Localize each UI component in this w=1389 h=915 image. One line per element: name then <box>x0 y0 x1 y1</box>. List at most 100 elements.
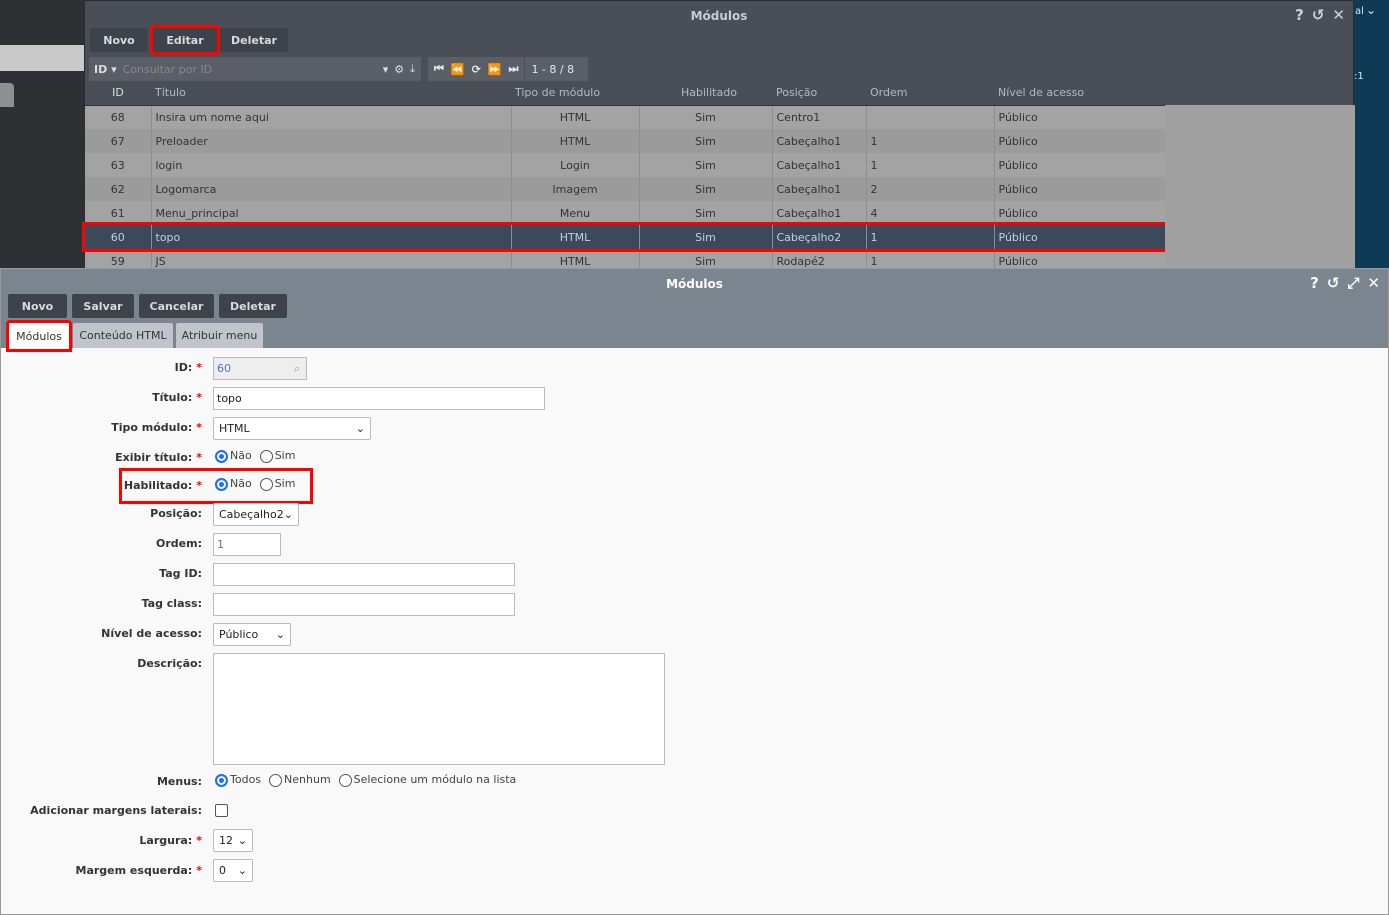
width-select[interactable]: 12 ⌄ <box>213 829 253 852</box>
descricao-label: Descrição: <box>137 657 202 670</box>
description-textarea[interactable] <box>213 653 665 765</box>
menus-option[interactable]: Selecione um módulo na lista <box>338 773 516 787</box>
column-header-type[interactable]: Tipo de módulo <box>511 81 639 106</box>
dropdown-icon[interactable]: ▾ <box>383 63 389 76</box>
access-level-select[interactable]: Público ⌄ <box>213 623 291 646</box>
radio-button[interactable] <box>215 449 228 463</box>
left-margin-select[interactable]: 0 ⌄ <box>213 859 253 882</box>
chevron-down-icon: ⌄ <box>237 864 247 877</box>
radio-button[interactable] <box>269 773 283 787</box>
radio-button[interactable] <box>215 477 228 491</box>
table-row[interactable]: 68 Insira um nome aqui HTML Sim Centro1 Públi… <box>85 105 1166 129</box>
new-button[interactable]: Novo <box>8 294 67 318</box>
delete-button[interactable]: Deletar <box>219 294 287 318</box>
prev-page-icon[interactable]: ⏪ <box>451 63 465 76</box>
position-select[interactable]: Cabeçalho2 ⌄ <box>213 503 299 526</box>
last-page-icon[interactable]: ⏭ <box>509 62 519 76</box>
column-header-position[interactable]: Posição <box>772 81 866 106</box>
tag-class-input[interactable] <box>213 593 515 616</box>
delete-button[interactable]: Deletar <box>220 28 288 52</box>
nivel-label: Nível de acesso: <box>101 627 202 640</box>
cell-access: Público <box>994 129 1166 153</box>
close-icon[interactable]: ✕ <box>1367 274 1380 292</box>
cell-access: Público <box>994 225 1166 249</box>
radio-button[interactable] <box>215 773 228 787</box>
new-button[interactable]: Novo <box>90 28 148 52</box>
radio-button[interactable] <box>259 449 273 463</box>
column-header-id[interactable]: ID <box>85 81 151 106</box>
search-bar[interactable]: ID ▾ Consultar por ID ▾ ⚙ ⤓ <box>89 57 421 81</box>
habilitado-radio-group: Não Sim <box>215 477 295 491</box>
margens-label: Adicionar margens laterais: <box>30 804 202 817</box>
save-button[interactable]: Salvar <box>72 294 134 318</box>
cell-order: 4 <box>866 201 995 225</box>
history-icon[interactable]: ↺ <box>1312 6 1325 24</box>
chevron-down-icon: ⌄ <box>237 834 247 847</box>
column-header-order[interactable]: Ordem <box>866 81 994 106</box>
cell-access: Público <box>994 201 1166 225</box>
edit-button[interactable]: Editar <box>150 25 220 55</box>
exibir-label: Exibir título: * <box>115 451 202 464</box>
search-input[interactable]: Consultar por ID <box>123 63 377 76</box>
search-field-select[interactable]: ID ▾ <box>94 63 117 76</box>
tab-assign-menu[interactable]: Atribuir menu <box>176 323 263 348</box>
table-row[interactable]: 60 topo HTML Sim Cabeçalho2 1 Público <box>82 222 1168 252</box>
largura-label: Largura: * <box>139 834 202 847</box>
window-title: Módulos <box>666 277 723 291</box>
cell-access: Público <box>994 153 1166 177</box>
cell-position: Cabeçalho2 <box>772 225 867 249</box>
ordem-label: Ordem: <box>156 537 202 550</box>
maximize-icon[interactable]: ⤢ <box>1347 274 1359 292</box>
menus-label: Menus: <box>156 775 202 788</box>
exibir-option[interactable]: Não <box>215 449 252 463</box>
form-header: Módulos ? ↺ ⤢ ✕ Novo Salvar Cancelar Deleta… <box>1 269 1388 352</box>
exibir-option[interactable]: Sim <box>259 449 295 463</box>
refresh-icon[interactable]: ⟳ <box>472 63 481 76</box>
settings-icon[interactable]: ⚙ <box>394 63 404 76</box>
close-icon[interactable]: ✕ <box>1332 6 1345 24</box>
habilitado-option[interactable]: Não <box>215 477 252 491</box>
modules-table: ID Título Tipo de módulo Habilitado Posi… <box>82 81 1168 273</box>
cell-order: 1 <box>866 225 995 249</box>
side-margins-checkbox[interactable] <box>215 804 228 817</box>
cell-title: Logomarca <box>151 177 512 201</box>
cell-id: 61 <box>85 201 152 225</box>
radio-button[interactable] <box>338 773 352 787</box>
history-icon[interactable]: ↺ <box>1327 274 1340 292</box>
column-header-title[interactable]: Título <box>151 81 511 106</box>
cancel-button[interactable]: Cancelar <box>139 294 214 318</box>
table-row[interactable]: 63 login Login Sim Cabeçalho1 1 Público <box>85 153 1166 177</box>
menus-radio-group: Todos Nenhum Selecione um módulo na lista <box>215 773 516 787</box>
download-icon[interactable]: ⤓ <box>410 62 415 76</box>
tab-html-content[interactable]: Conteúdo HTML <box>73 323 173 348</box>
background-tab <box>0 83 14 107</box>
title-input[interactable]: topo <box>213 387 545 410</box>
module-type-select[interactable]: HTML ⌄ <box>213 417 371 440</box>
order-input[interactable]: 1 <box>213 533 281 556</box>
first-page-icon[interactable]: ⏮ <box>434 62 444 76</box>
search-icon[interactable]: ⌕ <box>294 362 300 376</box>
column-header-access[interactable]: Nível de acesso <box>994 81 1165 106</box>
cell-enabled: Sim <box>639 129 773 153</box>
cell-title: Preloader <box>151 129 512 153</box>
id-field[interactable]: 60 ⌕ <box>213 357 307 380</box>
tab-modulos[interactable]: Módulos <box>6 320 72 352</box>
window-title: Módulos <box>690 9 748 23</box>
table-row[interactable]: 61 Menu_principal Menu Sim Cabeçalho1 4 Públic… <box>85 201 1166 225</box>
menus-option[interactable]: Todos <box>215 773 261 787</box>
cell-title: Insira um nome aqui <box>151 105 512 129</box>
column-header-enabled[interactable]: Habilitado <box>639 81 772 106</box>
next-page-icon[interactable]: ⏩ <box>488 63 502 76</box>
table-row[interactable]: 62 Logomarca Imagem Sim Cabeçalho1 2 Público <box>85 177 1166 201</box>
cell-enabled: Sim <box>639 201 773 225</box>
chevron-down-icon: ⌄ <box>275 628 285 641</box>
radio-button[interactable] <box>259 477 273 491</box>
menus-option[interactable]: Nenhum <box>269 773 331 787</box>
tag-id-input[interactable] <box>213 563 515 586</box>
cell-type: HTML <box>511 225 640 249</box>
table-row[interactable]: 67 Preloader HTML Sim Cabeçalho1 1 Público <box>85 129 1166 153</box>
habilitado-option[interactable]: Sim <box>259 477 295 491</box>
cell-id: 62 <box>85 177 152 201</box>
help-icon[interactable]: ? <box>1310 274 1319 292</box>
help-icon[interactable]: ? <box>1295 6 1304 24</box>
